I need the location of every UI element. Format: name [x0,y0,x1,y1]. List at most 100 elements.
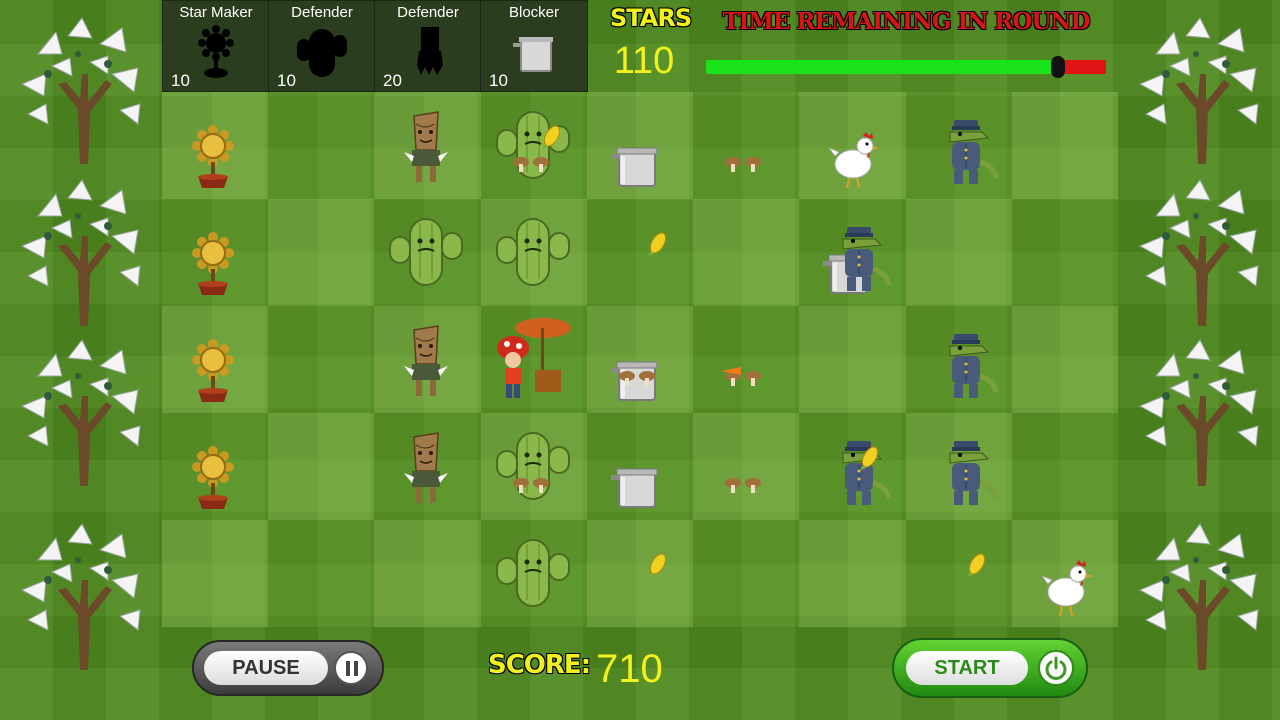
board-cell[interactable] [586,413,694,520]
board-cell[interactable] [1011,520,1118,627]
seed-name: Defender [291,4,353,21]
board-cell[interactable] [693,92,800,199]
board-cell[interactable] [480,92,587,199]
carrot-projectile [719,362,747,381]
board-cell[interactable] [693,199,800,306]
right-tree-border [1118,0,1280,720]
board-cell[interactable] [480,306,587,413]
timer-label: TIME REMAINING IN ROUND [722,8,1090,35]
board-cell[interactable] [162,413,269,520]
cactus-silhouette-icon [297,29,347,77]
board-cell[interactable] [268,413,375,520]
decorative-tree [8,520,158,670]
decorative-tree [1126,336,1276,486]
board-cell[interactable] [268,92,375,199]
pot-icon [513,37,553,72]
board-cell[interactable] [586,92,694,199]
board-cell[interactable] [162,520,269,627]
board-cell[interactable] [480,520,587,627]
board-cell[interactable] [162,92,269,199]
board-cell[interactable] [799,306,906,413]
crocodile-soldier [829,219,893,299]
start-button[interactable]: START [892,638,1088,698]
board-cell[interactable] [905,413,1012,520]
board-cell[interactable] [905,199,1012,306]
seed-panel: Star Maker 10 Defender 10 Defender 20 Bl… [162,0,588,93]
pause-button[interactable]: PAUSE [192,640,384,696]
board-cell[interactable] [374,413,481,520]
sunflower-silhouette-icon [198,25,234,78]
start-label: START [906,651,1028,685]
crocodile-soldier [936,433,1000,513]
game-board[interactable] [162,92,1118,627]
crocodile-soldier [936,326,1000,406]
tree-defender [398,320,454,404]
seed-name: Blocker [508,4,560,21]
board-cell[interactable] [1011,413,1118,520]
board-cell[interactable] [1011,92,1118,199]
board-cell[interactable] [799,199,906,306]
board-cell[interactable] [693,520,800,627]
corn-projectile [647,550,669,582]
board-cell[interactable] [1011,306,1118,413]
seed-cost: 10 [489,71,508,90]
timer-knob [1051,56,1065,78]
pause-label: PAUSE [204,651,328,685]
seed-name: Defender [397,4,459,21]
power-icon [1038,650,1074,686]
board-cell[interactable] [162,199,269,306]
board-cell[interactable] [480,199,587,306]
board-cell[interactable] [480,413,587,520]
board-cell[interactable] [905,92,1012,199]
score-value: 710 [596,647,663,691]
board-cell[interactable] [374,92,481,199]
board-cell[interactable] [905,306,1012,413]
seed-packet-star-maker[interactable]: Star Maker 10 [163,1,269,93]
seed-cost: 20 [383,71,402,90]
corn-projectile [859,443,881,475]
board-cell[interactable] [268,199,375,306]
board-cell[interactable] [1011,199,1118,306]
tree-defender [398,106,454,190]
board-cell[interactable] [374,520,481,627]
corn-projectile [541,122,563,154]
decorative-tree [8,176,158,326]
corn-projectile [966,550,988,582]
left-tree-border [0,0,162,720]
tree-defender [398,427,454,511]
board-cell[interactable] [268,520,375,627]
mushroom-vendor [491,314,571,408]
board-cell[interactable] [268,306,375,413]
seed-packet-tree-defender[interactable]: Defender 20 [375,1,481,93]
board-cell[interactable] [162,306,269,413]
decorative-tree [1126,520,1276,670]
board-cell[interactable] [586,520,694,627]
mushroom-projectile [511,475,551,499]
board-cell[interactable] [799,520,906,627]
star-maker [188,443,238,515]
decorative-tree [1126,14,1276,164]
star-maker [188,336,238,408]
star-maker [188,229,238,301]
mushroom-projectile [617,368,657,392]
board-cell[interactable] [799,92,906,199]
board-cell[interactable] [374,199,481,306]
stars-label: STARS [610,4,692,32]
crocodile-soldier [936,112,1000,192]
decorative-tree [1126,176,1276,326]
board-cell[interactable] [374,306,481,413]
seed-packet-blocker[interactable]: Blocker 10 [481,1,587,93]
cactus-defender [487,213,579,295]
board-cell[interactable] [586,199,694,306]
cactus-defender [487,534,579,616]
mushroom-projectile [511,154,551,178]
pot-blocker [609,463,661,515]
decorative-tree [8,14,158,164]
board-cell[interactable] [905,520,1012,627]
pause-icon [334,651,368,685]
seed-packet-cactus-defender[interactable]: Defender 10 [269,1,375,93]
board-cell[interactable] [586,306,694,413]
board-cell[interactable] [693,306,800,413]
board-cell[interactable] [693,413,800,520]
board-cell[interactable] [799,413,906,520]
